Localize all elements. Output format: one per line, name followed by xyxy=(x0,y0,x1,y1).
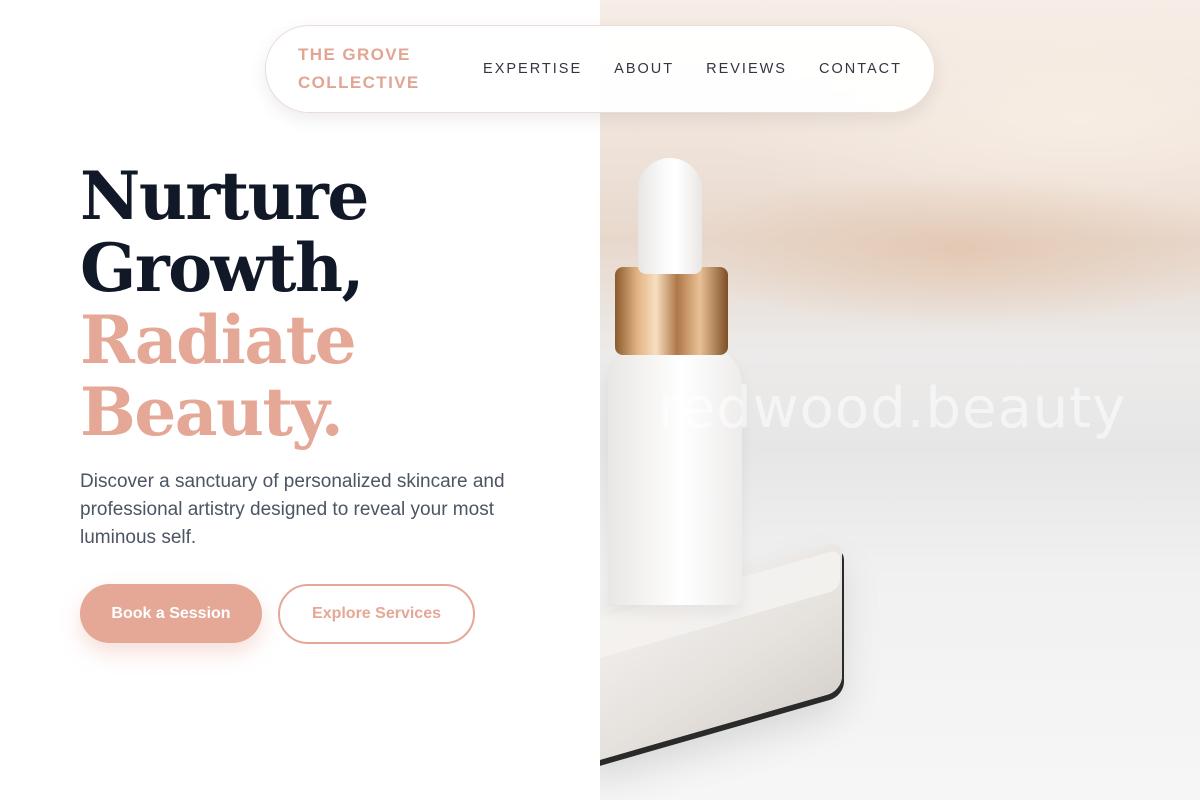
image-watermark: redwood.beauty xyxy=(658,376,1127,441)
nav-links: EXPERTISE ABOUT REVIEWS CONTACT xyxy=(483,61,902,77)
headline-line-2: Growth, xyxy=(80,229,364,307)
headline-line-3: Radiate xyxy=(80,301,357,379)
hero-headline: Nurture Growth, Radiate Beauty. xyxy=(80,160,560,448)
book-session-button[interactable]: Book a Session xyxy=(80,584,262,643)
nav-link-expertise[interactable]: EXPERTISE xyxy=(483,61,582,77)
serum-bottle-collar xyxy=(615,267,728,355)
nav-link-reviews[interactable]: REVIEWS xyxy=(706,61,787,77)
hero-product-photo: redwood.beauty xyxy=(600,0,1200,800)
brand-logo[interactable]: THE GROVE COLLECTIVE xyxy=(298,41,456,97)
brand-line-2: COLLECTIVE xyxy=(298,73,420,92)
brand-line-1: THE GROVE xyxy=(298,45,411,64)
headline-line-4: Beauty. xyxy=(80,373,344,451)
headline-line-1: Nurture xyxy=(80,157,369,235)
explore-services-button[interactable]: Explore Services xyxy=(278,584,475,644)
nav-link-about[interactable]: ABOUT xyxy=(614,61,674,77)
serum-bottle-dropper xyxy=(638,158,702,274)
top-navigation: THE GROVE COLLECTIVE EXPERTISE ABOUT REV… xyxy=(265,25,935,113)
nav-link-contact[interactable]: CONTACT xyxy=(819,61,902,77)
hero-description: Discover a sanctuary of personalized ski… xyxy=(80,471,505,548)
